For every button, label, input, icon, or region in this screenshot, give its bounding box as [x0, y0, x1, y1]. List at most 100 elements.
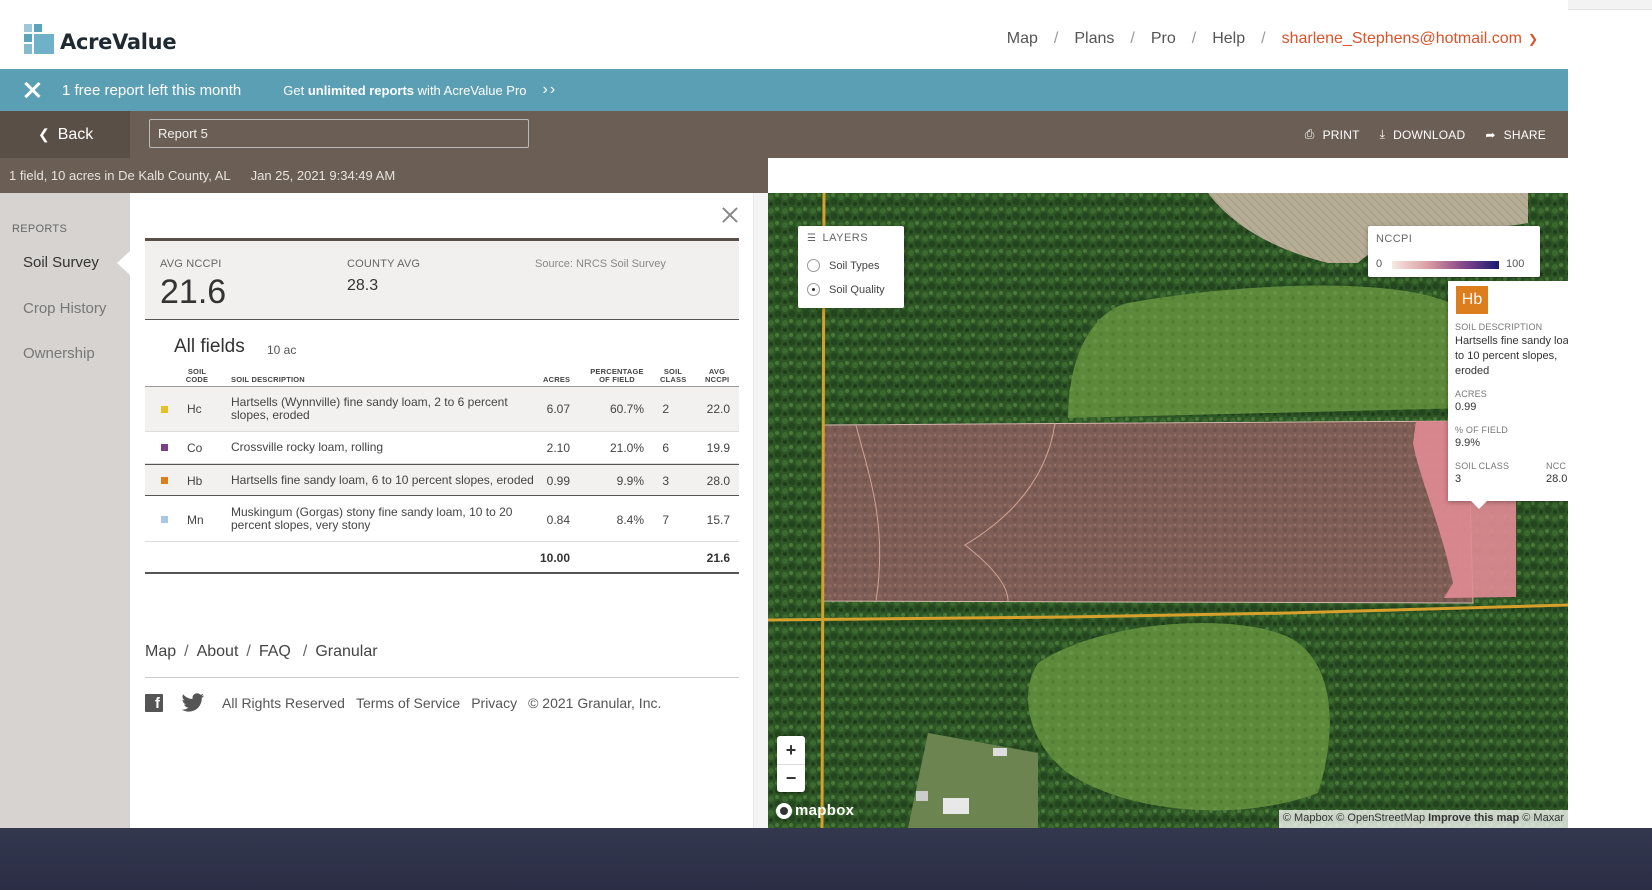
county-avg-value: 28.3: [347, 277, 379, 294]
popup-acres-label: ACRES: [1455, 389, 1488, 399]
facebook-icon[interactable]: f: [145, 694, 163, 712]
twitter-icon[interactable]: [181, 693, 205, 713]
upgrade-link[interactable]: Get unlimited reports with AcreValue Pro: [283, 83, 526, 98]
avg-nccpi-value: 21.6: [160, 273, 227, 311]
nav-separator: /: [1191, 30, 1197, 47]
row-acres: 6.07: [546, 402, 570, 416]
soil-quality-radio[interactable]: [807, 283, 820, 296]
chevron-left-icon: ❮: [38, 126, 50, 142]
footer-bottom: f All Rights Reserved Terms of Service P…: [145, 693, 661, 713]
logo-mark-icon: [24, 24, 54, 54]
report-info-bar: 1 field, 10 acres in De Kalb County, AL …: [0, 158, 768, 193]
nav-plans[interactable]: Plans: [1074, 30, 1114, 48]
popup-class-label: SOIL CLASS: [1455, 461, 1510, 471]
row-percentage: 9.9%: [616, 474, 644, 488]
acrevalue-logo[interactable]: AcreValue: [24, 24, 177, 54]
row-code: Co: [187, 441, 203, 455]
close-icon[interactable]: [23, 81, 41, 99]
panel-scrollbar[interactable]: [753, 193, 768, 828]
nccpi-summary: AVG NCCPI 21.6 COUNTY AVG 28.3 Source: N…: [145, 238, 739, 320]
row-nccpi: 22.0: [706, 402, 730, 416]
mapbox-logo[interactable]: mapbox: [776, 802, 854, 819]
total-acres: 10.00: [539, 551, 570, 565]
col-percentage: PERCENTAGE OF FIELD: [590, 367, 644, 384]
popup-acres: 0.99: [1455, 401, 1477, 413]
nav-separator: /: [1130, 30, 1135, 47]
zoom-in-button[interactable]: +: [777, 736, 805, 764]
share-button[interactable]: ➦ SHARE: [1485, 128, 1546, 142]
layers-control: ☰ LAYERS Soil Types Soil Quality: [798, 226, 904, 308]
soil-types-radio[interactable]: [807, 259, 820, 272]
maxar-attribution[interactable]: © Maxar: [1522, 812, 1564, 824]
attribution-text[interactable]: © Mapbox © OpenStreetMap: [1283, 812, 1425, 824]
popup-pointer: [1471, 501, 1487, 509]
window-right-edge: [1568, 10, 1652, 828]
soil-swatch: [161, 477, 168, 484]
sidenav-item-crop-history[interactable]: Crop History: [23, 300, 106, 317]
print-button[interactable]: ⎙ PRINT: [1305, 127, 1360, 142]
nav-map[interactable]: Map: [1007, 30, 1038, 48]
print-label: PRINT: [1322, 127, 1360, 142]
footer-separator: /: [302, 643, 308, 660]
back-button[interactable]: ❮ Back: [0, 111, 130, 158]
share-label: SHARE: [1503, 127, 1546, 142]
layer-option-soil-types[interactable]: Soil Types: [807, 259, 880, 272]
legend-title: NCCPI: [1376, 233, 1413, 245]
user-menu[interactable]: sharlene_Stephens@hotmail.com: [1282, 30, 1522, 48]
footer-privacy-link[interactable]: Privacy: [471, 695, 517, 711]
mapbox-wordmark: mapbox: [795, 802, 855, 819]
col-acres: ACRES: [543, 375, 571, 384]
popup-nccpi: 28.0: [1546, 473, 1568, 485]
footer-separator: /: [184, 643, 189, 660]
double-chevron-right-icon[interactable]: ››: [543, 81, 558, 99]
desktop-background: [0, 828, 1652, 890]
free-report-notice: 1 free report left this month: [62, 81, 242, 99]
nav-help[interactable]: Help: [1212, 30, 1245, 48]
footer-link-granular[interactable]: Granular: [315, 643, 377, 661]
popup-desc-line: eroded: [1455, 365, 1490, 377]
footer-terms-link[interactable]: Terms of Service: [356, 695, 460, 711]
avg-nccpi-label: AVG NCCPI: [160, 258, 222, 270]
sidenav-item-ownership[interactable]: Ownership: [23, 345, 95, 362]
footer-copyright: © 2021 Granular, Inc.: [528, 695, 662, 711]
footer-link-faq[interactable]: FAQ: [259, 643, 291, 661]
report-summary: 1 field, 10 acres in De Kalb County, AL: [9, 168, 231, 183]
layer-option-soil-quality[interactable]: Soil Quality: [807, 283, 885, 296]
row-class: 7: [662, 513, 669, 527]
upgrade-get: Get: [283, 82, 305, 98]
satellite-map[interactable]: ☰ LAYERS Soil Types Soil Quality NCCPI 0…: [768, 193, 1568, 828]
mapbox-icon: [776, 802, 792, 819]
chevron-down-icon[interactable]: ❯: [1528, 32, 1538, 46]
layers-icon: ☰: [807, 232, 817, 244]
promo-banner: 1 free report left this month Get unlimi…: [0, 69, 1568, 111]
nav-pro[interactable]: Pro: [1151, 30, 1176, 48]
row-nccpi: 28.0: [706, 474, 730, 488]
sidenav-item-soil-survey[interactable]: Soil Survey: [23, 254, 99, 271]
footer-link-about[interactable]: About: [197, 643, 239, 661]
close-panel-icon[interactable]: [722, 207, 738, 223]
footer-link-map[interactable]: Map: [145, 643, 176, 661]
table-row-selected[interactable]: Hb Hartsells fine sandy loam, 6 to 10 pe…: [145, 464, 739, 496]
site-header: AcreValue Map / Plans / Pro / Help / sha…: [0, 10, 1568, 69]
row-class: 2: [662, 402, 669, 416]
row-acres: 2.10: [546, 441, 570, 455]
county-avg-label: COUNTY AVG: [347, 258, 421, 270]
active-pointer: [117, 251, 130, 275]
layer-option-label: Soil Quality: [829, 283, 885, 296]
report-name-input[interactable]: Report 5: [149, 119, 529, 148]
table-row[interactable]: Hc Hartsells (Wynnville) fine sandy loam…: [145, 387, 739, 432]
improve-map-link[interactable]: Improve this map: [1428, 812, 1519, 824]
layers-title: LAYERS: [822, 232, 869, 244]
row-acres: 0.84: [546, 513, 570, 527]
row-percentage: 21.0%: [609, 441, 644, 455]
soil-table-header: SOIL CODE SOIL DESCRIPTION ACRES PERCENT…: [145, 365, 739, 387]
download-label: DOWNLOAD: [1393, 127, 1466, 142]
table-row[interactable]: Mn Muskingum (Gorgas) stony fine sandy l…: [145, 496, 739, 542]
zoom-out-button[interactable]: −: [777, 764, 805, 792]
back-label: Back: [57, 125, 94, 143]
download-button[interactable]: ⤓ DOWNLOAD: [1380, 127, 1466, 142]
reports-sidenav: REPORTS Soil Survey Crop History Ownersh…: [0, 193, 130, 828]
table-row[interactable]: Co Crossville rocky loam, rolling 2.10 2…: [145, 432, 739, 464]
report-date: Jan 25, 2021 9:34:49 AM: [250, 168, 396, 183]
main-nav: Map / Plans / Pro / Help / sharlene_Step…: [1007, 30, 1538, 48]
